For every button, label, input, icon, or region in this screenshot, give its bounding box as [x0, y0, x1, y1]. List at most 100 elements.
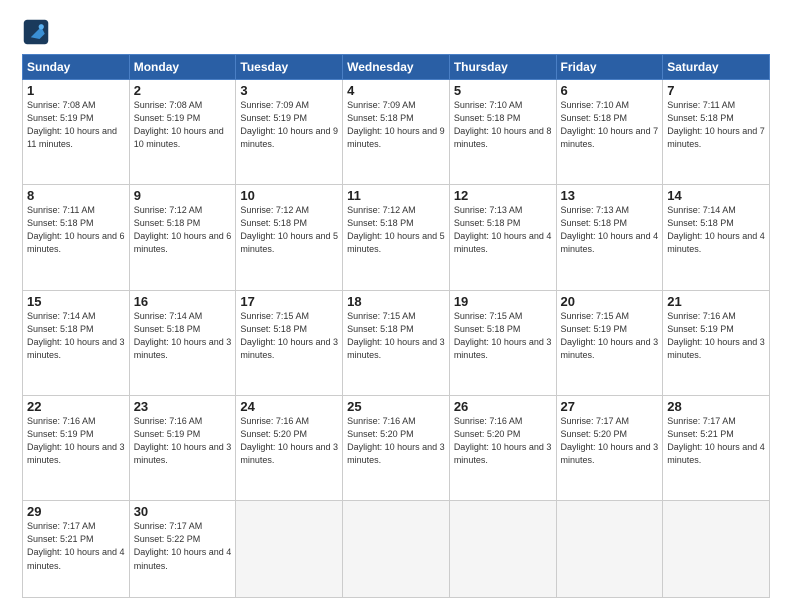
day-info: Sunrise: 7:10 AM Sunset: 5:18 PM Dayligh…	[454, 99, 552, 151]
calendar-cell: 21 Sunrise: 7:16 AM Sunset: 5:19 PM Dayl…	[663, 290, 770, 395]
calendar-cell: 14 Sunrise: 7:14 AM Sunset: 5:18 PM Dayl…	[663, 185, 770, 290]
day-info: Sunrise: 7:17 AM Sunset: 5:22 PM Dayligh…	[134, 520, 232, 572]
day-number: 10	[240, 188, 338, 203]
day-number: 16	[134, 294, 232, 309]
calendar-cell: 22 Sunrise: 7:16 AM Sunset: 5:19 PM Dayl…	[23, 396, 130, 501]
day-info: Sunrise: 7:09 AM Sunset: 5:18 PM Dayligh…	[347, 99, 445, 151]
day-number: 13	[561, 188, 659, 203]
calendar-cell: 20 Sunrise: 7:15 AM Sunset: 5:19 PM Dayl…	[556, 290, 663, 395]
calendar-cell: 5 Sunrise: 7:10 AM Sunset: 5:18 PM Dayli…	[449, 80, 556, 185]
day-info: Sunrise: 7:16 AM Sunset: 5:20 PM Dayligh…	[347, 415, 445, 467]
calendar-header-monday: Monday	[129, 55, 236, 80]
calendar-header-tuesday: Tuesday	[236, 55, 343, 80]
calendar-cell: 26 Sunrise: 7:16 AM Sunset: 5:20 PM Dayl…	[449, 396, 556, 501]
calendar-cell: 19 Sunrise: 7:15 AM Sunset: 5:18 PM Dayl…	[449, 290, 556, 395]
calendar-week-1: 1 Sunrise: 7:08 AM Sunset: 5:19 PM Dayli…	[23, 80, 770, 185]
calendar-header-friday: Friday	[556, 55, 663, 80]
day-info: Sunrise: 7:13 AM Sunset: 5:18 PM Dayligh…	[454, 204, 552, 256]
calendar-cell: 25 Sunrise: 7:16 AM Sunset: 5:20 PM Dayl…	[343, 396, 450, 501]
day-number: 30	[134, 504, 232, 519]
day-number: 9	[134, 188, 232, 203]
day-info: Sunrise: 7:17 AM Sunset: 5:21 PM Dayligh…	[27, 520, 125, 572]
day-number: 4	[347, 83, 445, 98]
day-info: Sunrise: 7:15 AM Sunset: 5:18 PM Dayligh…	[454, 310, 552, 362]
day-number: 22	[27, 399, 125, 414]
day-number: 15	[27, 294, 125, 309]
day-number: 27	[561, 399, 659, 414]
calendar-cell: 7 Sunrise: 7:11 AM Sunset: 5:18 PM Dayli…	[663, 80, 770, 185]
day-info: Sunrise: 7:14 AM Sunset: 5:18 PM Dayligh…	[134, 310, 232, 362]
day-number: 21	[667, 294, 765, 309]
day-number: 8	[27, 188, 125, 203]
day-number: 14	[667, 188, 765, 203]
day-info: Sunrise: 7:16 AM Sunset: 5:19 PM Dayligh…	[27, 415, 125, 467]
calendar-cell: 18 Sunrise: 7:15 AM Sunset: 5:18 PM Dayl…	[343, 290, 450, 395]
calendar-cell: 30 Sunrise: 7:17 AM Sunset: 5:22 PM Dayl…	[129, 501, 236, 598]
logo	[22, 18, 54, 46]
calendar-week-2: 8 Sunrise: 7:11 AM Sunset: 5:18 PM Dayli…	[23, 185, 770, 290]
day-number: 5	[454, 83, 552, 98]
calendar-week-5: 29 Sunrise: 7:17 AM Sunset: 5:21 PM Dayl…	[23, 501, 770, 598]
calendar-cell: 2 Sunrise: 7:08 AM Sunset: 5:19 PM Dayli…	[129, 80, 236, 185]
day-info: Sunrise: 7:15 AM Sunset: 5:18 PM Dayligh…	[240, 310, 338, 362]
day-info: Sunrise: 7:08 AM Sunset: 5:19 PM Dayligh…	[27, 99, 125, 151]
day-number: 28	[667, 399, 765, 414]
day-info: Sunrise: 7:15 AM Sunset: 5:19 PM Dayligh…	[561, 310, 659, 362]
calendar-header-wednesday: Wednesday	[343, 55, 450, 80]
calendar-week-4: 22 Sunrise: 7:16 AM Sunset: 5:19 PM Dayl…	[23, 396, 770, 501]
calendar-cell	[663, 501, 770, 598]
calendar-cell	[449, 501, 556, 598]
day-info: Sunrise: 7:12 AM Sunset: 5:18 PM Dayligh…	[134, 204, 232, 256]
calendar-cell: 12 Sunrise: 7:13 AM Sunset: 5:18 PM Dayl…	[449, 185, 556, 290]
day-number: 1	[27, 83, 125, 98]
day-info: Sunrise: 7:14 AM Sunset: 5:18 PM Dayligh…	[27, 310, 125, 362]
day-number: 12	[454, 188, 552, 203]
day-number: 2	[134, 83, 232, 98]
calendar-week-3: 15 Sunrise: 7:14 AM Sunset: 5:18 PM Dayl…	[23, 290, 770, 395]
day-number: 25	[347, 399, 445, 414]
calendar-cell: 11 Sunrise: 7:12 AM Sunset: 5:18 PM Dayl…	[343, 185, 450, 290]
calendar-cell: 23 Sunrise: 7:16 AM Sunset: 5:19 PM Dayl…	[129, 396, 236, 501]
day-info: Sunrise: 7:16 AM Sunset: 5:20 PM Dayligh…	[454, 415, 552, 467]
calendar-cell: 15 Sunrise: 7:14 AM Sunset: 5:18 PM Dayl…	[23, 290, 130, 395]
day-info: Sunrise: 7:16 AM Sunset: 5:19 PM Dayligh…	[667, 310, 765, 362]
calendar-header-thursday: Thursday	[449, 55, 556, 80]
day-number: 26	[454, 399, 552, 414]
calendar-cell: 3 Sunrise: 7:09 AM Sunset: 5:19 PM Dayli…	[236, 80, 343, 185]
day-info: Sunrise: 7:11 AM Sunset: 5:18 PM Dayligh…	[27, 204, 125, 256]
calendar-cell: 29 Sunrise: 7:17 AM Sunset: 5:21 PM Dayl…	[23, 501, 130, 598]
day-info: Sunrise: 7:15 AM Sunset: 5:18 PM Dayligh…	[347, 310, 445, 362]
day-number: 11	[347, 188, 445, 203]
day-number: 29	[27, 504, 125, 519]
day-number: 18	[347, 294, 445, 309]
day-info: Sunrise: 7:16 AM Sunset: 5:20 PM Dayligh…	[240, 415, 338, 467]
day-info: Sunrise: 7:17 AM Sunset: 5:21 PM Dayligh…	[667, 415, 765, 467]
day-number: 20	[561, 294, 659, 309]
logo-icon	[22, 18, 50, 46]
day-number: 6	[561, 83, 659, 98]
page: SundayMondayTuesdayWednesdayThursdayFrid…	[0, 0, 792, 612]
calendar-cell: 8 Sunrise: 7:11 AM Sunset: 5:18 PM Dayli…	[23, 185, 130, 290]
calendar-cell: 6 Sunrise: 7:10 AM Sunset: 5:18 PM Dayli…	[556, 80, 663, 185]
day-info: Sunrise: 7:14 AM Sunset: 5:18 PM Dayligh…	[667, 204, 765, 256]
calendar-cell	[343, 501, 450, 598]
day-info: Sunrise: 7:13 AM Sunset: 5:18 PM Dayligh…	[561, 204, 659, 256]
day-info: Sunrise: 7:08 AM Sunset: 5:19 PM Dayligh…	[134, 99, 232, 151]
day-info: Sunrise: 7:12 AM Sunset: 5:18 PM Dayligh…	[240, 204, 338, 256]
calendar-cell	[236, 501, 343, 598]
calendar-cell: 9 Sunrise: 7:12 AM Sunset: 5:18 PM Dayli…	[129, 185, 236, 290]
day-number: 17	[240, 294, 338, 309]
day-info: Sunrise: 7:09 AM Sunset: 5:19 PM Dayligh…	[240, 99, 338, 151]
header	[22, 18, 770, 46]
day-number: 24	[240, 399, 338, 414]
calendar-header-row: SundayMondayTuesdayWednesdayThursdayFrid…	[23, 55, 770, 80]
calendar-table: SundayMondayTuesdayWednesdayThursdayFrid…	[22, 54, 770, 598]
day-info: Sunrise: 7:16 AM Sunset: 5:19 PM Dayligh…	[134, 415, 232, 467]
day-info: Sunrise: 7:10 AM Sunset: 5:18 PM Dayligh…	[561, 99, 659, 151]
day-info: Sunrise: 7:11 AM Sunset: 5:18 PM Dayligh…	[667, 99, 765, 151]
day-number: 19	[454, 294, 552, 309]
calendar-cell: 10 Sunrise: 7:12 AM Sunset: 5:18 PM Dayl…	[236, 185, 343, 290]
day-info: Sunrise: 7:12 AM Sunset: 5:18 PM Dayligh…	[347, 204, 445, 256]
calendar-cell: 16 Sunrise: 7:14 AM Sunset: 5:18 PM Dayl…	[129, 290, 236, 395]
calendar-cell: 4 Sunrise: 7:09 AM Sunset: 5:18 PM Dayli…	[343, 80, 450, 185]
